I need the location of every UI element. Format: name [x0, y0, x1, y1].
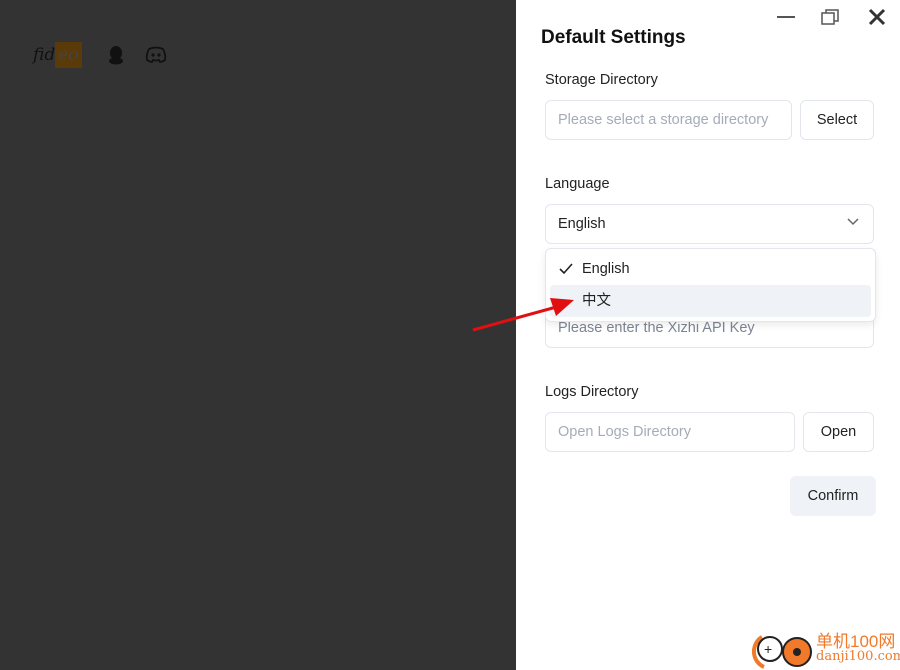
open-button[interactable]: Open [803, 412, 874, 452]
language-value: English [558, 216, 606, 232]
option-label: 中文 [582, 293, 611, 309]
logo-text-b: eo [55, 42, 82, 68]
dialog-title: Default Settings [541, 27, 686, 48]
discord-icon[interactable] [145, 46, 167, 64]
option-label: English [582, 261, 630, 277]
select-button[interactable]: Select [800, 100, 874, 140]
settings-panel: Default Settings Storage Directory Pleas… [516, 0, 900, 670]
svg-text:+: + [764, 641, 772, 657]
restore-icon [821, 9, 839, 25]
confirm-button[interactable]: Confirm [790, 476, 876, 516]
language-select[interactable]: English [545, 204, 874, 244]
qq-icon[interactable] [107, 45, 125, 65]
check-icon [559, 263, 573, 275]
storage-input[interactable]: Please select a storage directory [545, 100, 792, 140]
language-dropdown: English 中文 [545, 248, 876, 322]
close-button[interactable] [865, 6, 889, 28]
watermark-logo: + [752, 635, 812, 669]
option-english[interactable]: English [550, 253, 871, 285]
restore-button[interactable] [818, 6, 842, 28]
red-arrow-annotation [472, 298, 574, 332]
close-icon [868, 8, 886, 26]
watermark: + 单机100网 danji100.com [752, 625, 900, 670]
language-label: Language [545, 176, 610, 192]
chevron-down-icon [847, 218, 859, 226]
logo-text-a: fid [33, 45, 56, 65]
logs-input[interactable]: Open Logs Directory [545, 412, 795, 452]
modal-overlay[interactable]: fid eo [0, 0, 516, 670]
fideo-logo: fid eo [33, 42, 82, 68]
watermark-url: danji100.com [816, 649, 900, 664]
option-chinese[interactable]: 中文 [550, 285, 871, 317]
minimize-icon [777, 16, 795, 18]
minimize-button[interactable] [774, 6, 798, 28]
logs-label: Logs Directory [545, 384, 639, 400]
storage-label: Storage Directory [545, 72, 658, 88]
